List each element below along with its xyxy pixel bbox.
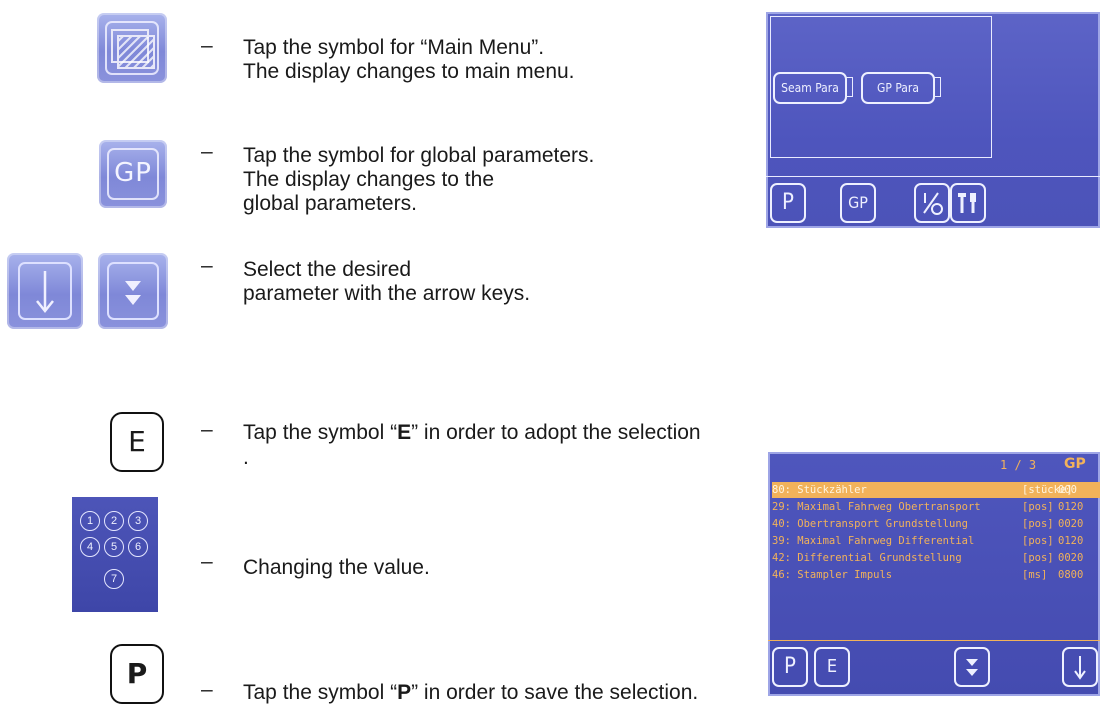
arrow-down-icon-glyph [18, 262, 72, 320]
p-button[interactable]: P [772, 647, 808, 687]
keypad-key-4[interactable]: 4 [80, 537, 100, 557]
arrow-down-icon[interactable] [7, 253, 83, 329]
step-dash: – [201, 34, 213, 57]
e-button[interactable]: E [814, 647, 850, 687]
step-dash: – [201, 140, 213, 163]
keypad-key-5[interactable]: 5 [104, 537, 124, 557]
screen-title: GP [1064, 456, 1086, 472]
arrow-down-icon [1074, 656, 1086, 680]
step-dash: – [201, 550, 213, 573]
gp-button[interactable]: GP [840, 183, 876, 223]
step-change-value-text: Changing the value. [243, 556, 430, 579]
parameter-row[interactable]: 46: Stampler Impuls [ms] 0800 [772, 567, 1100, 583]
step-dash: – [201, 678, 213, 701]
keypad-key-7[interactable]: 7 [104, 569, 124, 589]
gp-icon[interactable]: GP [99, 140, 167, 208]
io-button[interactable] [914, 183, 950, 223]
page-down-button[interactable] [954, 647, 990, 687]
seam-para-button[interactable]: Seam Para [773, 72, 847, 104]
service-button[interactable] [950, 183, 986, 223]
double-chevron-down-icon [966, 659, 978, 676]
gp-para-button[interactable]: GP Para [861, 72, 935, 104]
step-dash: – [201, 254, 213, 277]
parameter-row[interactable]: 40: Obertransport Grundstellung [pos] 00… [772, 516, 1100, 532]
parameter-row[interactable]: 42: Differential Grundstellung [pos] 002… [772, 550, 1100, 566]
step-main-menu-text: Tap the symbol for “Main Menu”. The disp… [243, 36, 575, 83]
parameter-row[interactable]: 80: Stückzähler [stücke] 000 [772, 482, 1100, 498]
keypad-key-6[interactable]: 6 [128, 537, 148, 557]
keypad-key-2[interactable]: 2 [104, 511, 124, 531]
step-dash: – [201, 418, 213, 441]
arrow-down-button[interactable] [1062, 647, 1098, 687]
step-arrow-keys-text: Select the desired parameter with the ar… [243, 258, 531, 305]
step-gp-text: Tap the symbol for global parameters. Th… [243, 144, 595, 215]
page-down-icon[interactable] [98, 253, 168, 329]
keypad-key-1[interactable]: 1 [80, 511, 100, 531]
p-key-icon[interactable]: P [110, 644, 164, 704]
main-menu-icon[interactable] [97, 13, 167, 83]
step-e-key-text: Tap the symbol “E” in order to adopt the… [243, 421, 701, 469]
e-key-icon[interactable]: E [110, 412, 164, 472]
main-menu-screen-photo: Seam Para GP Para P GP [766, 12, 1100, 228]
p-button[interactable]: P [770, 183, 806, 223]
gp-list-screen-photo: 1 / 3 GP 80: Stückzähler [stücke] 000 29… [768, 452, 1100, 696]
wrench-screwdriver-icon [958, 193, 976, 213]
step-p-key-text: Tap the symbol “P” in order to save the … [243, 681, 699, 704]
parameter-row[interactable]: 29: Maximal Fahrweg Obertransport [pos] … [772, 499, 1100, 515]
double-chevron-down-icon [107, 262, 159, 320]
keypad-photo: 1 2 3 4 5 6 7 [72, 497, 158, 612]
parameter-row[interactable]: 39: Maximal Fahrweg Differential [pos] 0… [772, 533, 1100, 549]
seam-para-tab [845, 77, 853, 97]
page-indicator: 1 / 3 [1000, 458, 1037, 472]
keypad-key-3[interactable]: 3 [128, 511, 148, 531]
io-icon [923, 192, 943, 215]
gp-para-tab [933, 77, 941, 97]
